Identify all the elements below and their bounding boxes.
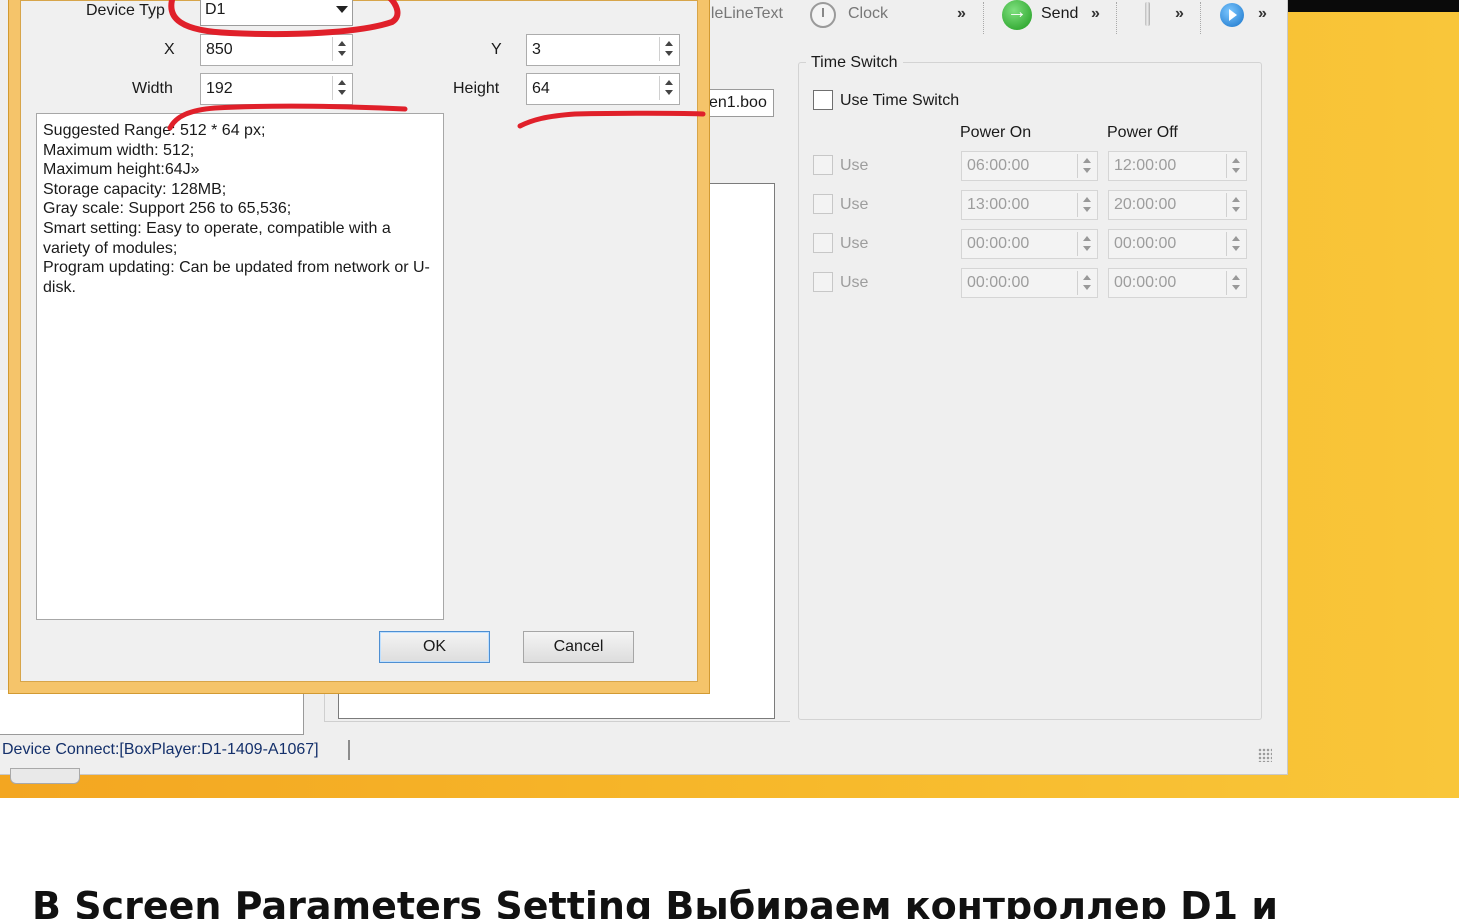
device-description-textbox[interactable]: Suggested Range: 512 * 64 px; Maximum wi… xyxy=(36,113,444,620)
x-value: 850 xyxy=(206,41,233,58)
y-label: Y xyxy=(491,41,502,58)
status-bar-divider xyxy=(348,740,350,760)
power-on-time-value: 06:00:00 xyxy=(967,157,1030,174)
toolbar-clock-button[interactable]: Clock xyxy=(848,4,888,24)
program-file-field[interactable]: en1.boo xyxy=(700,89,774,117)
power-on-time-spinner[interactable]: 00:00:00 xyxy=(961,229,1098,259)
spinner-arrows-icon[interactable] xyxy=(1226,193,1244,217)
power-off-time-value: 00:00:00 xyxy=(1114,235,1177,252)
width-label: Width xyxy=(132,80,173,97)
time-row-use-checkbox[interactable] xyxy=(813,194,833,214)
power-off-time-spinner[interactable]: 00:00:00 xyxy=(1108,229,1247,259)
spinner-arrows-icon[interactable] xyxy=(332,37,350,61)
spinner-arrows-icon[interactable] xyxy=(1077,271,1095,295)
height-spinner[interactable]: 64 xyxy=(526,73,680,105)
y-value: 3 xyxy=(532,41,541,58)
power-off-time-spinner[interactable]: 20:00:00 xyxy=(1108,190,1247,220)
y-spinner[interactable]: 3 xyxy=(526,34,680,66)
toolbar-single-line-text-button[interactable]: gleLineText xyxy=(702,4,783,24)
desktop-top-strip xyxy=(1288,0,1459,12)
toolbar-separator xyxy=(1116,2,1118,34)
toolbar-overflow-chevron-icon[interactable]: » xyxy=(1091,4,1100,24)
toolbar-separator xyxy=(983,2,985,34)
power-off-time-value: 00:00:00 xyxy=(1114,274,1177,291)
article-caption: В Screen Parameters Setting Выбираем кон… xyxy=(32,884,1278,919)
toolbar-overflow-chevron-icon[interactable]: » xyxy=(1258,4,1267,24)
time-row-use-checkbox[interactable] xyxy=(813,155,833,175)
use-time-switch-checkbox[interactable] xyxy=(813,90,833,110)
spinner-arrows-icon[interactable] xyxy=(1226,232,1244,256)
time-row-use-label: Use xyxy=(840,235,869,252)
x-spinner[interactable]: 850 xyxy=(200,34,353,66)
x-label: X xyxy=(164,41,175,58)
power-on-time-spinner[interactable]: 00:00:00 xyxy=(961,268,1098,298)
device-type-select[interactable]: D1 xyxy=(200,0,353,26)
power-on-time-value: 13:00:00 xyxy=(967,196,1030,213)
spinner-arrows-icon[interactable] xyxy=(332,76,350,100)
program-panel-frame xyxy=(324,692,790,722)
toolbar-separator xyxy=(1200,2,1202,34)
play-icon[interactable] xyxy=(1220,3,1244,27)
power-off-time-spinner[interactable]: 00:00:00 xyxy=(1108,268,1247,298)
time-row-use-checkbox[interactable] xyxy=(813,272,833,292)
device-connect-status: Device Connect:[BoxPlayer:D1-1409-A1067] xyxy=(2,741,319,758)
cancel-button[interactable]: Cancel xyxy=(523,631,634,663)
height-label: Height xyxy=(453,80,500,97)
ok-button[interactable]: OK xyxy=(379,631,490,663)
time-row-use-label: Use xyxy=(840,196,869,213)
time-switch-title: Time Switch xyxy=(806,52,903,74)
spinner-arrows-icon[interactable] xyxy=(659,76,677,100)
power-on-time-value: 00:00:00 xyxy=(967,235,1030,252)
device-type-label: Device Typ xyxy=(86,2,165,19)
spinner-arrows-icon[interactable] xyxy=(659,37,677,61)
power-off-time-value: 12:00:00 xyxy=(1114,157,1177,174)
power-on-time-spinner[interactable]: 13:00:00 xyxy=(961,190,1098,220)
toolbar-overflow-chevron-icon[interactable]: » xyxy=(957,4,966,24)
brightness-tool-icon[interactable] xyxy=(1140,0,1154,30)
spinner-arrows-icon[interactable] xyxy=(1077,232,1095,256)
clock-icon[interactable] xyxy=(810,2,836,28)
height-value: 64 xyxy=(532,80,550,97)
width-spinner[interactable]: 192 xyxy=(200,73,353,105)
toolbar-send-button[interactable]: Send xyxy=(1041,4,1078,24)
spinner-arrows-icon[interactable] xyxy=(1226,271,1244,295)
resize-grip-icon[interactable] xyxy=(1258,748,1272,762)
time-row-use-label: Use xyxy=(840,157,869,174)
power-on-header: Power On xyxy=(960,124,1032,141)
time-row-use-label: Use xyxy=(840,274,869,291)
screen-tree-panel[interactable] xyxy=(0,690,304,735)
device-type-value: D1 xyxy=(205,1,226,18)
use-time-switch-label[interactable]: Use Time Switch xyxy=(840,90,959,112)
time-row-use-checkbox[interactable] xyxy=(813,233,833,253)
power-on-time-spinner[interactable]: 06:00:00 xyxy=(961,151,1098,181)
spinner-arrows-icon[interactable] xyxy=(1077,154,1095,178)
chevron-down-icon[interactable] xyxy=(336,6,348,13)
power-off-time-spinner[interactable]: 12:00:00 xyxy=(1108,151,1247,181)
spinner-arrows-icon[interactable] xyxy=(1077,193,1095,217)
width-value: 192 xyxy=(206,80,233,97)
spinner-arrows-icon[interactable] xyxy=(1226,154,1244,178)
power-off-header: Power Off xyxy=(1107,124,1178,141)
send-arrow-icon[interactable] xyxy=(1002,0,1032,30)
toolbar-overflow-chevron-icon[interactable]: » xyxy=(1175,4,1184,24)
power-off-time-value: 20:00:00 xyxy=(1114,196,1177,213)
power-on-time-value: 00:00:00 xyxy=(967,274,1030,291)
taskbar-thumbnail[interactable] xyxy=(10,768,80,784)
